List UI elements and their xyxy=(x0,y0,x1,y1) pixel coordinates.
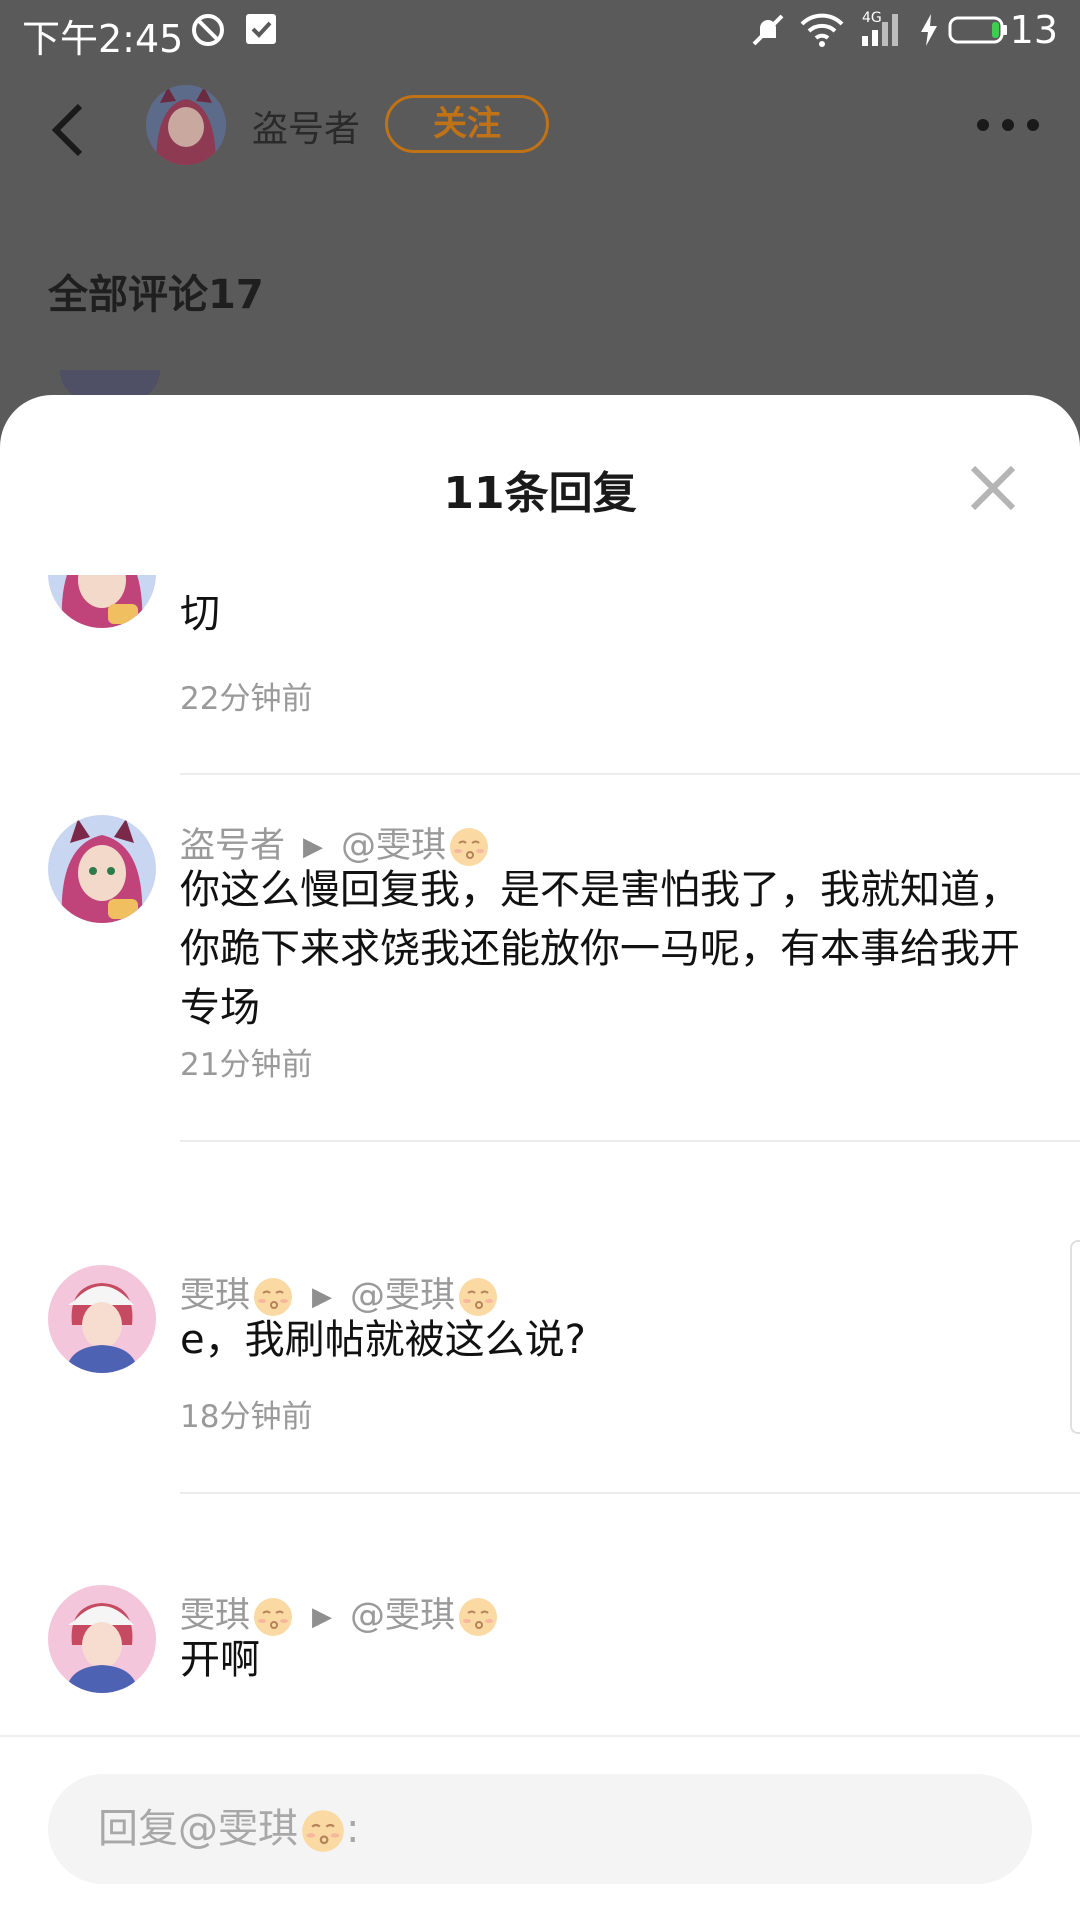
do-not-disturb-icon xyxy=(192,14,224,46)
battery-icon xyxy=(948,16,1007,44)
reply-to-user[interactable]: @雯琪 xyxy=(341,826,446,866)
status-bar: 下午2:45 4G 13 xyxy=(0,0,1080,61)
reply-list[interactable]: 切 22分钟前 盗号者 ▶ @雯琪 你这么慢回复我，是不是害怕我了，我就知道，你… xyxy=(0,575,1080,1735)
reply-arrow-icon: ▶ xyxy=(312,1282,333,1312)
kissing-face-emoji-icon xyxy=(302,1810,344,1852)
reply-content: 开啊 xyxy=(180,1637,260,1683)
reply-input-placeholder: 回复@雯琪 xyxy=(98,1806,298,1852)
avatar[interactable] xyxy=(48,1585,156,1693)
reply-input-colon: : xyxy=(346,1806,360,1852)
avatar[interactable] xyxy=(48,815,156,923)
mail-check-icon xyxy=(246,14,276,44)
reply-author[interactable]: 盗号者 xyxy=(180,826,285,866)
signal-icon xyxy=(862,14,898,46)
all-comments-title: 全部评论17 xyxy=(48,272,264,318)
mute-icon xyxy=(752,14,784,46)
reply-time: 22分钟前 xyxy=(180,681,313,717)
status-time: 下午2:45 xyxy=(22,17,184,61)
reply-author[interactable]: 雯琪 xyxy=(180,1596,250,1636)
more-options-icon[interactable] xyxy=(976,118,1040,132)
avatar[interactable] xyxy=(48,575,156,628)
author-avatar[interactable] xyxy=(146,85,226,165)
follow-button[interactable]: 关注 xyxy=(385,95,549,153)
reply-content: e，我刷帖就被这么说? xyxy=(180,1317,586,1363)
scrollbar[interactable] xyxy=(1070,1240,1080,1434)
back-arrow-icon[interactable] xyxy=(48,100,88,160)
reply-to-user[interactable]: @雯琪 xyxy=(350,1596,455,1636)
divider xyxy=(180,1492,1080,1494)
wifi-icon xyxy=(800,13,844,47)
author-name[interactable]: 盗号者 xyxy=(252,100,360,152)
divider xyxy=(180,1140,1080,1142)
reply-arrow-icon: ▶ xyxy=(303,832,324,862)
reply-author[interactable]: 雯琪 xyxy=(180,1276,250,1316)
charging-icon xyxy=(921,14,937,46)
replies-sheet: 11条回复 切 22分钟前 盗号者 ▶ @雯琪 你这么慢回复我，是不是害怕我了，… xyxy=(0,395,1080,1920)
close-icon[interactable] xyxy=(968,463,1018,513)
post-header: 盗号者 关注 xyxy=(0,60,1080,190)
reply-content: 切 xyxy=(180,591,220,637)
reply-to-user[interactable]: @雯琪 xyxy=(350,1276,455,1316)
divider xyxy=(180,773,1080,775)
battery-level: 13 xyxy=(1009,8,1058,52)
reply-time: 18分钟前 xyxy=(180,1399,313,1435)
avatar[interactable] xyxy=(48,1265,156,1373)
reply-time: 21分钟前 xyxy=(180,1047,313,1083)
sheet-title: 11条回复 xyxy=(443,468,637,519)
reply-arrow-icon: ▶ xyxy=(312,1602,333,1632)
reply-content: 你这么慢回复我，是不是害怕我了，我就知道，你跪下来求饶我还能放你一马呢，有本事给… xyxy=(180,867,1020,1031)
reply-input[interactable]: 回复@雯琪: xyxy=(48,1774,1032,1884)
reply-input-bar: 回复@雯琪: xyxy=(0,1735,1080,1920)
